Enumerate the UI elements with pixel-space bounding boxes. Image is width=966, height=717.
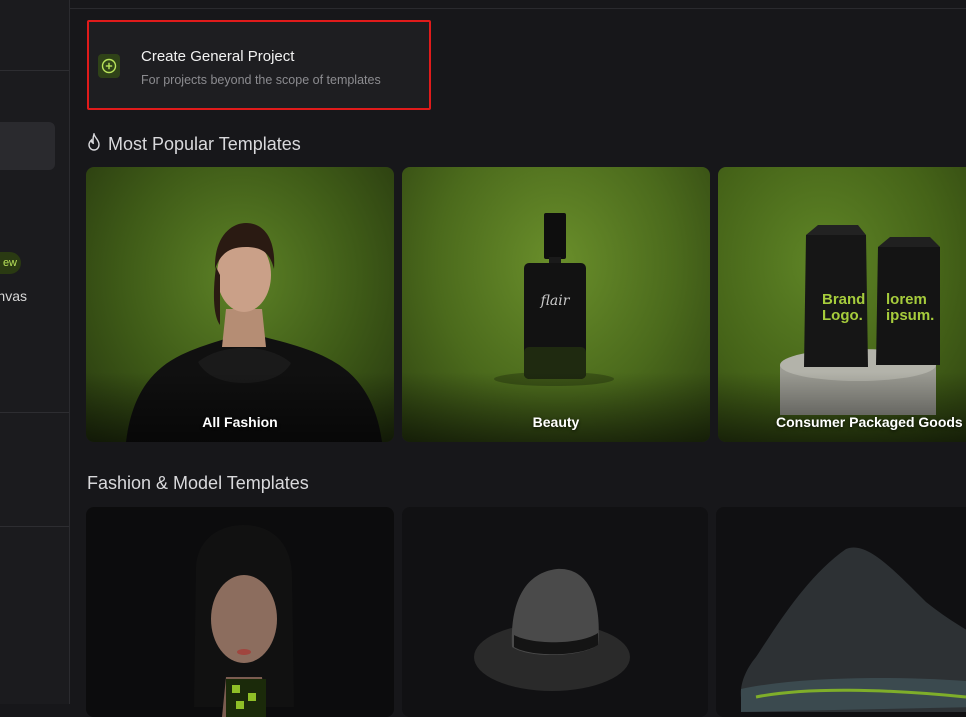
sidebar-divider	[0, 70, 69, 71]
popular-section-title: Most Popular Templates	[87, 131, 301, 156]
sidebar: ew nvas	[0, 0, 70, 704]
header-divider	[70, 8, 966, 9]
sneaker-image	[740, 547, 966, 712]
fashion-title-text: Fashion & Model Templates	[87, 473, 309, 493]
bag-left-line-1: Brand	[822, 291, 865, 308]
card-shade	[402, 372, 710, 442]
plus-circle-icon	[98, 54, 120, 78]
card-shade	[86, 372, 394, 442]
bag-right-line-2: ipsum.	[886, 307, 934, 324]
sidebar-divider	[0, 412, 69, 413]
fedora-hat-image	[474, 568, 630, 691]
bag-left-line-2: Logo.	[822, 307, 863, 324]
popular-title-text: Most Popular Templates	[108, 134, 301, 154]
bottle-brand-text: flair	[540, 293, 571, 309]
fashion-section-title: Fashion & Model Templates	[87, 473, 309, 494]
sidebar-item-canvas[interactable]: nvas	[0, 288, 27, 304]
sidebar-item-active[interactable]	[0, 122, 55, 170]
card-label: All Fashion	[202, 414, 278, 430]
create-general-project-button[interactable]: Create General Project For projects beyo…	[87, 20, 431, 110]
card-shade	[718, 372, 966, 442]
bag-right-line-1: lorem	[886, 291, 927, 308]
template-card-hat[interactable]	[402, 507, 708, 717]
fire-icon	[87, 131, 101, 156]
bag-left-text: Brand Logo.	[822, 291, 870, 324]
template-card-sneaker[interactable]	[716, 507, 966, 717]
template-card-all-fashion[interactable]: All Fashion	[86, 167, 394, 442]
card-label: Consumer Packaged Goods	[776, 414, 963, 430]
bag-right-text: lorem ipsum.	[886, 291, 934, 324]
model-portrait-image	[194, 525, 294, 717]
sidebar-divider	[0, 526, 69, 527]
template-card-consumer-packaged-goods[interactable]: Brand Logo. lorem ipsum. Consumer Packag…	[718, 167, 966, 442]
template-card-beauty[interactable]: flair Beauty	[402, 167, 710, 442]
template-card-model-portrait[interactable]	[86, 507, 394, 717]
new-badge: ew	[0, 252, 21, 274]
card-label: Beauty	[532, 414, 580, 430]
create-project-title: Create General Project	[141, 48, 295, 65]
create-project-subtitle: For projects beyond the scope of templat…	[141, 73, 381, 87]
